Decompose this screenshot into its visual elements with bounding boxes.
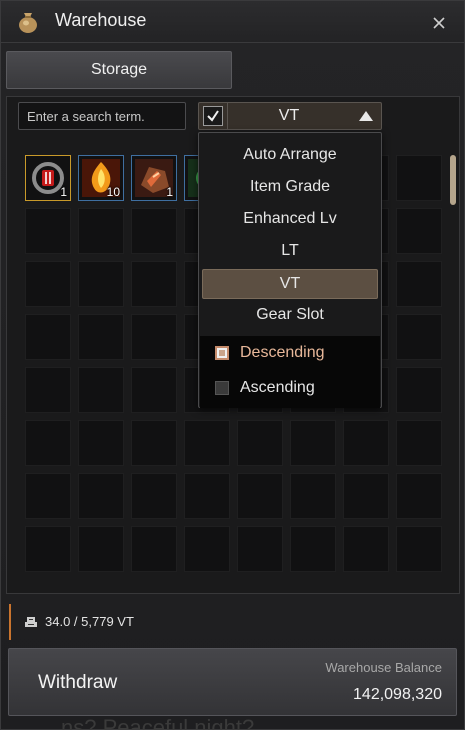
item-quantity: 10	[106, 185, 120, 199]
inventory-item[interactable]: 1	[25, 155, 71, 201]
sort-option-item-grade[interactable]: Item Grade	[202, 172, 378, 202]
inventory-slot[interactable]	[396, 155, 442, 201]
inventory-slot[interactable]	[237, 420, 283, 466]
title-bar[interactable]: Warehouse	[1, 1, 464, 43]
inventory-item[interactable]: 1	[131, 155, 177, 201]
inventory-slot[interactable]	[78, 261, 124, 307]
inventory-slot[interactable]	[78, 526, 124, 572]
window-title: Warehouse	[55, 10, 147, 30]
ascending-label[interactable]: Ascending	[240, 378, 315, 398]
inventory-slot[interactable]	[78, 473, 124, 519]
inventory-slot[interactable]	[131, 473, 177, 519]
inventory-slot[interactable]	[396, 526, 442, 572]
sort-option-auto-arrange[interactable]: Auto Arrange	[202, 140, 378, 170]
sort-dropdown[interactable]: VT	[198, 102, 382, 130]
inventory-slot[interactable]	[131, 208, 177, 254]
inventory-slot[interactable]	[290, 526, 336, 572]
inventory-slot[interactable]	[343, 526, 389, 572]
item-quantity: 1	[60, 185, 67, 199]
inventory-slot[interactable]	[343, 473, 389, 519]
inventory-slot[interactable]	[396, 473, 442, 519]
sort-option-gear-slot[interactable]: Gear Slot	[202, 300, 378, 330]
sort-option-lt[interactable]: LT	[202, 236, 378, 266]
tab-storage[interactable]: Storage	[6, 51, 232, 89]
inventory-slot[interactable]	[396, 314, 442, 360]
inventory-slot[interactable]	[78, 314, 124, 360]
balance-value: 142,098,320	[353, 686, 442, 703]
sort-option-enhanced-lv[interactable]: Enhanced Lv	[202, 204, 378, 234]
inventory-slot[interactable]	[237, 473, 283, 519]
money-bag-icon	[15, 9, 41, 35]
search-input[interactable]	[18, 102, 186, 130]
inventory-slot[interactable]	[396, 261, 442, 307]
capacity-text: 34.0 / 5,779 VT	[45, 614, 134, 629]
chevron-up-icon[interactable]	[359, 111, 373, 121]
inventory-slot[interactable]	[25, 420, 71, 466]
inventory-slot[interactable]	[25, 261, 71, 307]
background-text: ns? Peaceful night?	[61, 715, 255, 730]
divider	[227, 103, 228, 129]
sort-option-vt[interactable]: VT	[202, 269, 378, 299]
inventory-slot[interactable]	[78, 208, 124, 254]
inventory-slot[interactable]	[131, 261, 177, 307]
inventory-slot[interactable]	[396, 208, 442, 254]
scrollbar-thumb[interactable]	[450, 155, 456, 205]
inventory-slot[interactable]	[131, 420, 177, 466]
weight-icon	[24, 615, 38, 633]
descending-label[interactable]: Descending	[240, 343, 325, 363]
inventory-item[interactable]: 10	[78, 155, 124, 201]
sort-selected-value: VT	[278, 107, 300, 124]
inventory-slot[interactable]	[25, 367, 71, 413]
warehouse-window: Warehouse Storage VT 1 10 1 Auto Arrange I…	[0, 0, 465, 730]
inventory-slot[interactable]	[25, 314, 71, 360]
inventory-slot[interactable]	[131, 367, 177, 413]
accent-bar	[9, 604, 11, 640]
item-quantity: 1	[166, 185, 173, 199]
inventory-slot[interactable]	[131, 526, 177, 572]
withdraw-button[interactable]: Withdraw Warehouse Balance 142,098,320	[8, 648, 457, 716]
inventory-slot[interactable]	[237, 526, 283, 572]
ascending-radio[interactable]	[215, 381, 229, 395]
sort-order-group: Descending Ascending	[200, 336, 380, 408]
descending-radio[interactable]	[215, 346, 229, 360]
inventory-slot[interactable]	[184, 420, 230, 466]
inventory-slot[interactable]	[25, 208, 71, 254]
balance-label: Warehouse Balance	[325, 660, 442, 675]
inventory-slot[interactable]	[396, 420, 442, 466]
inventory-slot[interactable]	[78, 367, 124, 413]
inventory-slot[interactable]	[290, 420, 336, 466]
inventory-slot[interactable]	[396, 367, 442, 413]
inventory-slot[interactable]	[131, 314, 177, 360]
inventory-slot[interactable]	[25, 526, 71, 572]
inventory-slot[interactable]	[25, 473, 71, 519]
inventory-slot[interactable]	[290, 473, 336, 519]
inventory-slot[interactable]	[78, 420, 124, 466]
withdraw-label: Withdraw	[38, 672, 118, 693]
capacity-row: 34.0 / 5,779 VT	[9, 604, 459, 640]
inventory-slot[interactable]	[184, 473, 230, 519]
inventory-slot[interactable]	[184, 526, 230, 572]
sort-menu: Auto Arrange Item Grade Enhanced Lv LT V…	[198, 132, 382, 408]
close-icon[interactable]	[431, 15, 447, 31]
sort-checkbox[interactable]	[203, 106, 223, 126]
inventory-slot[interactable]	[343, 420, 389, 466]
